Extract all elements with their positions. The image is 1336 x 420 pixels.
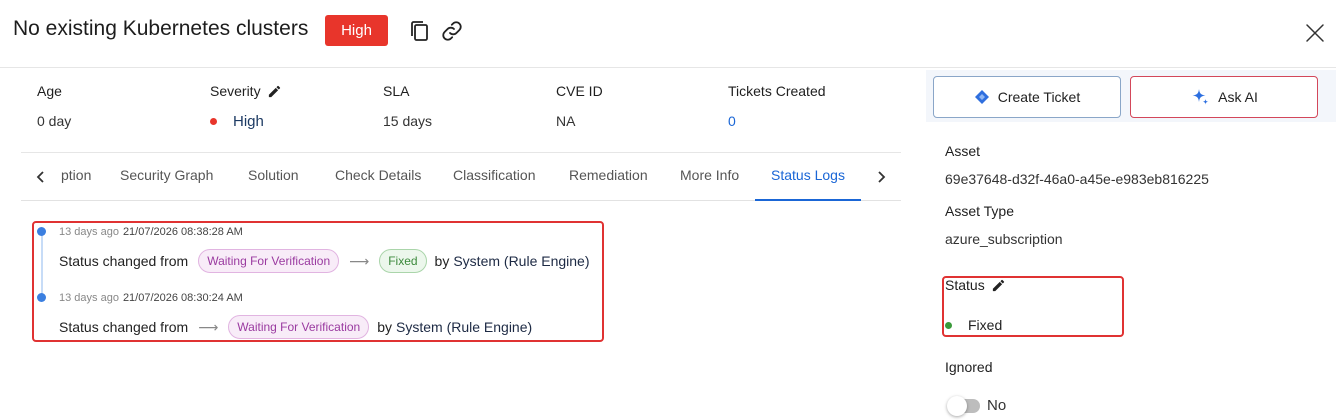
tab-classification[interactable]: Classification [453, 167, 535, 183]
info-severity: Severity High [210, 82, 282, 130]
log-prefix: Status changed from [59, 319, 189, 335]
create-ticket-button[interactable]: Create Ticket [933, 76, 1121, 118]
info-cve: CVE ID NA [556, 82, 603, 130]
ask-ai-button[interactable]: Ask AI [1130, 76, 1318, 118]
status-chip-waiting: Waiting For Verification [228, 315, 370, 339]
tickets-label: Tickets Created [728, 83, 826, 99]
ignored-label: Ignored [945, 359, 993, 375]
status-dot [945, 321, 952, 329]
severity-dot [210, 117, 217, 125]
severity-badge: High [325, 15, 388, 46]
status-chip-fixed: Fixed [379, 249, 427, 273]
copy-icon[interactable] [408, 19, 432, 43]
tab-bar: ption Security Graph Solution Check Deta… [21, 152, 901, 201]
tab-solution[interactable]: Solution [248, 167, 299, 183]
tickets-count-link[interactable]: 0 [728, 112, 826, 130]
log-ago: 13 days ago [59, 226, 119, 238]
status-label-row: Status [945, 277, 1006, 293]
timeline-dot [37, 293, 46, 302]
asset-label: Asset [945, 143, 981, 159]
active-tab-indicator [755, 199, 861, 201]
info-age: Age 0 day [37, 82, 71, 130]
dialog-header: No existing Kubernetes clusters High [0, 0, 1336, 68]
log-prefix: Status changed from [59, 253, 189, 269]
info-tickets: Tickets Created 0 [728, 82, 826, 130]
status-value: Fixed [968, 317, 1003, 333]
tab-remediation[interactable]: Remediation [569, 167, 648, 183]
tab-description[interactable]: ption [61, 167, 91, 183]
log-meta: 13 days ago 21/07/2026 08:38:28 AM [59, 226, 243, 238]
create-ticket-label: Create Ticket [997, 89, 1081, 105]
sla-value: 15 days [383, 113, 433, 129]
sparkle-icon [1192, 89, 1209, 105]
asset-type-label: Asset Type [945, 203, 1015, 219]
close-icon[interactable] [1303, 21, 1327, 45]
log-meta: 13 days ago 21/07/2026 08:30:24 AM [59, 292, 243, 304]
edit-severity-icon[interactable] [267, 84, 282, 99]
severity-label: Severity [210, 83, 261, 99]
toggle-knob [947, 396, 967, 416]
arrow-right-icon: ⟶ [349, 252, 370, 269]
ignored-value: No [987, 397, 1007, 414]
severity-value: High [233, 112, 264, 130]
log-timestamp: 21/07/2026 08:38:28 AM [122, 226, 243, 238]
ignored-toggle[interactable] [947, 396, 980, 416]
log-by: by [377, 319, 392, 335]
asset-value: 69e37648-d32f-46a0-a45e-e983eb816225 [945, 171, 1209, 187]
log-entry: Status changed from Waiting For Verifica… [59, 249, 590, 273]
chevron-left-icon[interactable] [33, 168, 49, 186]
link-icon[interactable] [440, 19, 464, 43]
status-chip-waiting: Waiting For Verification [198, 249, 340, 273]
tab-check-details[interactable]: Check Details [335, 167, 421, 183]
severity-label-row: Severity [210, 82, 282, 100]
age-label: Age [37, 83, 62, 99]
cve-value: NA [556, 113, 576, 129]
log-ago: 13 days ago [59, 292, 119, 304]
sla-label: SLA [383, 83, 410, 99]
tab-status-logs[interactable]: Status Logs [771, 167, 845, 183]
log-by: by [434, 253, 450, 269]
age-value: 0 day [37, 113, 72, 129]
status-label: Status [945, 277, 985, 293]
ask-ai-label: Ask AI [1218, 89, 1258, 105]
chevron-right-icon[interactable] [873, 168, 889, 186]
timeline-dot [37, 227, 46, 236]
cve-label: CVE ID [556, 83, 603, 99]
log-timestamp: 21/07/2026 08:30:24 AM [122, 292, 243, 304]
page-title: No existing Kubernetes clusters [13, 17, 309, 40]
info-sla: SLA 15 days [383, 82, 432, 130]
tab-security-graph[interactable]: Security Graph [120, 167, 213, 183]
log-actor: System (Rule Engine) [453, 253, 590, 269]
edit-status-icon[interactable] [991, 278, 1006, 293]
severity-value-row: High [210, 112, 282, 130]
asset-type-value: azure_subscription [945, 231, 1063, 247]
log-entry: Status changed from ⟶ Waiting For Verifi… [59, 315, 532, 339]
tab-more-info[interactable]: More Info [680, 167, 739, 183]
timeline-line [41, 232, 43, 298]
log-actor: System (Rule Engine) [396, 319, 533, 335]
action-bar: Create Ticket Ask AI [926, 70, 1336, 122]
jira-icon [974, 90, 989, 104]
status-value-row: Fixed [945, 317, 1002, 333]
arrow-right-icon: ⟶ [198, 318, 219, 335]
